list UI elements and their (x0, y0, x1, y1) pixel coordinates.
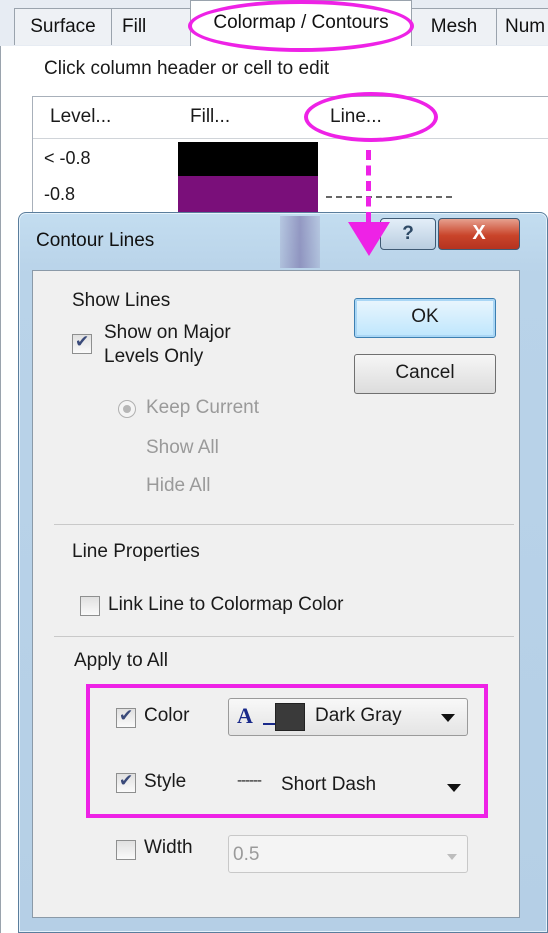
link-colormap-label: Link Line to Colormap Color (108, 594, 344, 615)
line-properties-heading: Line Properties (72, 541, 200, 562)
group-divider (54, 524, 514, 525)
annotation-arrow-shaft (366, 150, 371, 222)
group-divider (54, 636, 514, 637)
title-bar-blur (280, 216, 320, 268)
table-row-fill-swatch[interactable] (178, 176, 318, 212)
width-label: Width (144, 837, 193, 858)
ok-button[interactable]: OK (354, 298, 496, 338)
keep-current-radio[interactable] (118, 400, 136, 418)
table-row-fill-swatch[interactable] (178, 142, 318, 176)
tab-numbers[interactable]: Num (496, 8, 548, 45)
tab-mesh[interactable]: Mesh (411, 8, 497, 45)
show-major-levels-checkbox[interactable] (72, 332, 92, 354)
keep-current-label: Keep Current (146, 397, 260, 418)
annotation-arrow-head (348, 222, 390, 256)
cancel-button[interactable]: Cancel (354, 354, 496, 394)
link-colormap-checkbox[interactable] (80, 596, 100, 616)
width-checkbox[interactable] (116, 840, 136, 860)
highlight-line-header-ellipse (304, 92, 438, 142)
edit-hint: Click column header or cell to edit (44, 58, 330, 79)
table-header-divider (33, 138, 548, 139)
show-all-label[interactable]: Show All (146, 437, 219, 459)
width-dropdown[interactable]: 0.5 (228, 835, 468, 873)
column-header-fill[interactable]: Fill... (190, 106, 230, 128)
close-button[interactable]: X (438, 218, 520, 250)
highlight-apply-all-rect (86, 684, 488, 818)
apply-to-all-heading: Apply to All (74, 650, 168, 671)
show-major-levels-label: Show on Major Levels Only (104, 322, 231, 367)
table-row-level[interactable]: < -0.8 (44, 148, 91, 169)
dialog-title: Contour Lines (36, 230, 155, 251)
tab-fill[interactable]: Fill (111, 8, 191, 45)
chevron-down-icon (447, 854, 457, 860)
width-value: 0.5 (233, 844, 260, 865)
highlight-tab-ellipse (188, 0, 414, 52)
show-lines-heading: Show Lines (72, 290, 171, 311)
column-header-level[interactable]: Level... (50, 106, 111, 128)
hide-all-label[interactable]: Hide All (146, 475, 210, 497)
tab-surface[interactable]: Surface (14, 8, 112, 45)
table-row-line-sample[interactable] (326, 196, 452, 198)
table-row-level[interactable]: -0.8 (44, 184, 75, 205)
